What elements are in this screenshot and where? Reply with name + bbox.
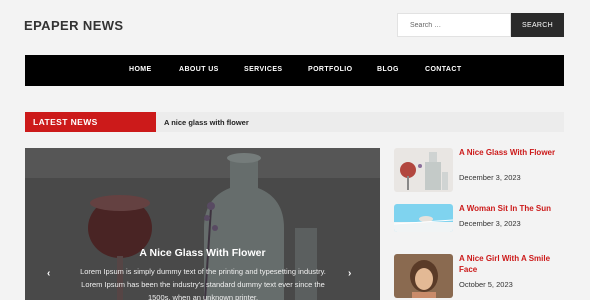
search-button[interactable]: SEARCH [511,13,564,37]
latest-news-ticker: LATEST NEWS A nice glass with flower [25,112,564,132]
nav-item-portfolio[interactable]: PORTFOLIO [308,66,352,73]
nav-item-contact[interactable]: CONTACT [425,66,462,73]
chevron-left-icon[interactable]: ‹ [47,268,50,279]
nav-item-about-us[interactable]: ABOUT US [179,66,219,73]
search-form: SEARCH [397,13,564,37]
pool-image[interactable] [394,204,453,232]
featured-slider: A Nice Glass With Flower Lorem Ipsum is … [25,148,380,300]
sidebar-post-title[interactable]: A Woman Sit In The Sun [459,204,569,215]
search-input[interactable] [397,13,511,37]
chevron-right-icon[interactable]: › [348,268,351,279]
sidebar-post-date: December 3, 2023 [459,219,521,228]
nav-item-services[interactable]: SERVICES [244,66,282,73]
ticker-headline-link[interactable]: A nice glass with flower [164,118,249,127]
main-navigation: HOME ABOUT US SERVICES PORTFOLIO BLOG CO… [25,55,564,86]
sidebar-post-date: October 5, 2023 [459,280,513,289]
glass-flower-image[interactable] [394,148,453,192]
nav-item-home[interactable]: HOME [129,66,152,73]
nav-item-blog[interactable]: BLOG [377,66,399,73]
site-title[interactable]: EPAPER NEWS [24,18,124,33]
latest-news-label: LATEST NEWS [25,112,156,132]
sidebar-post: A Woman Sit In The Sun December 3, 2023 [394,204,564,248]
sidebar-post-title[interactable]: A Nice Glass With Flower [459,148,569,159]
sidebar-post-title[interactable]: A Nice Girl With A Smile Face [459,254,569,275]
sidebar-post: A Nice Girl With A Smile Face October 5,… [394,254,564,298]
sidebar-post-date: December 3, 2023 [459,173,521,182]
slide-excerpt: Lorem Ipsum is simply dummy text of the … [80,267,326,300]
girl-portrait-image[interactable] [394,254,453,298]
sidebar-post: A Nice Glass With Flower December 3, 202… [394,148,564,192]
slide-title[interactable]: A Nice Glass With Flower [25,247,380,259]
